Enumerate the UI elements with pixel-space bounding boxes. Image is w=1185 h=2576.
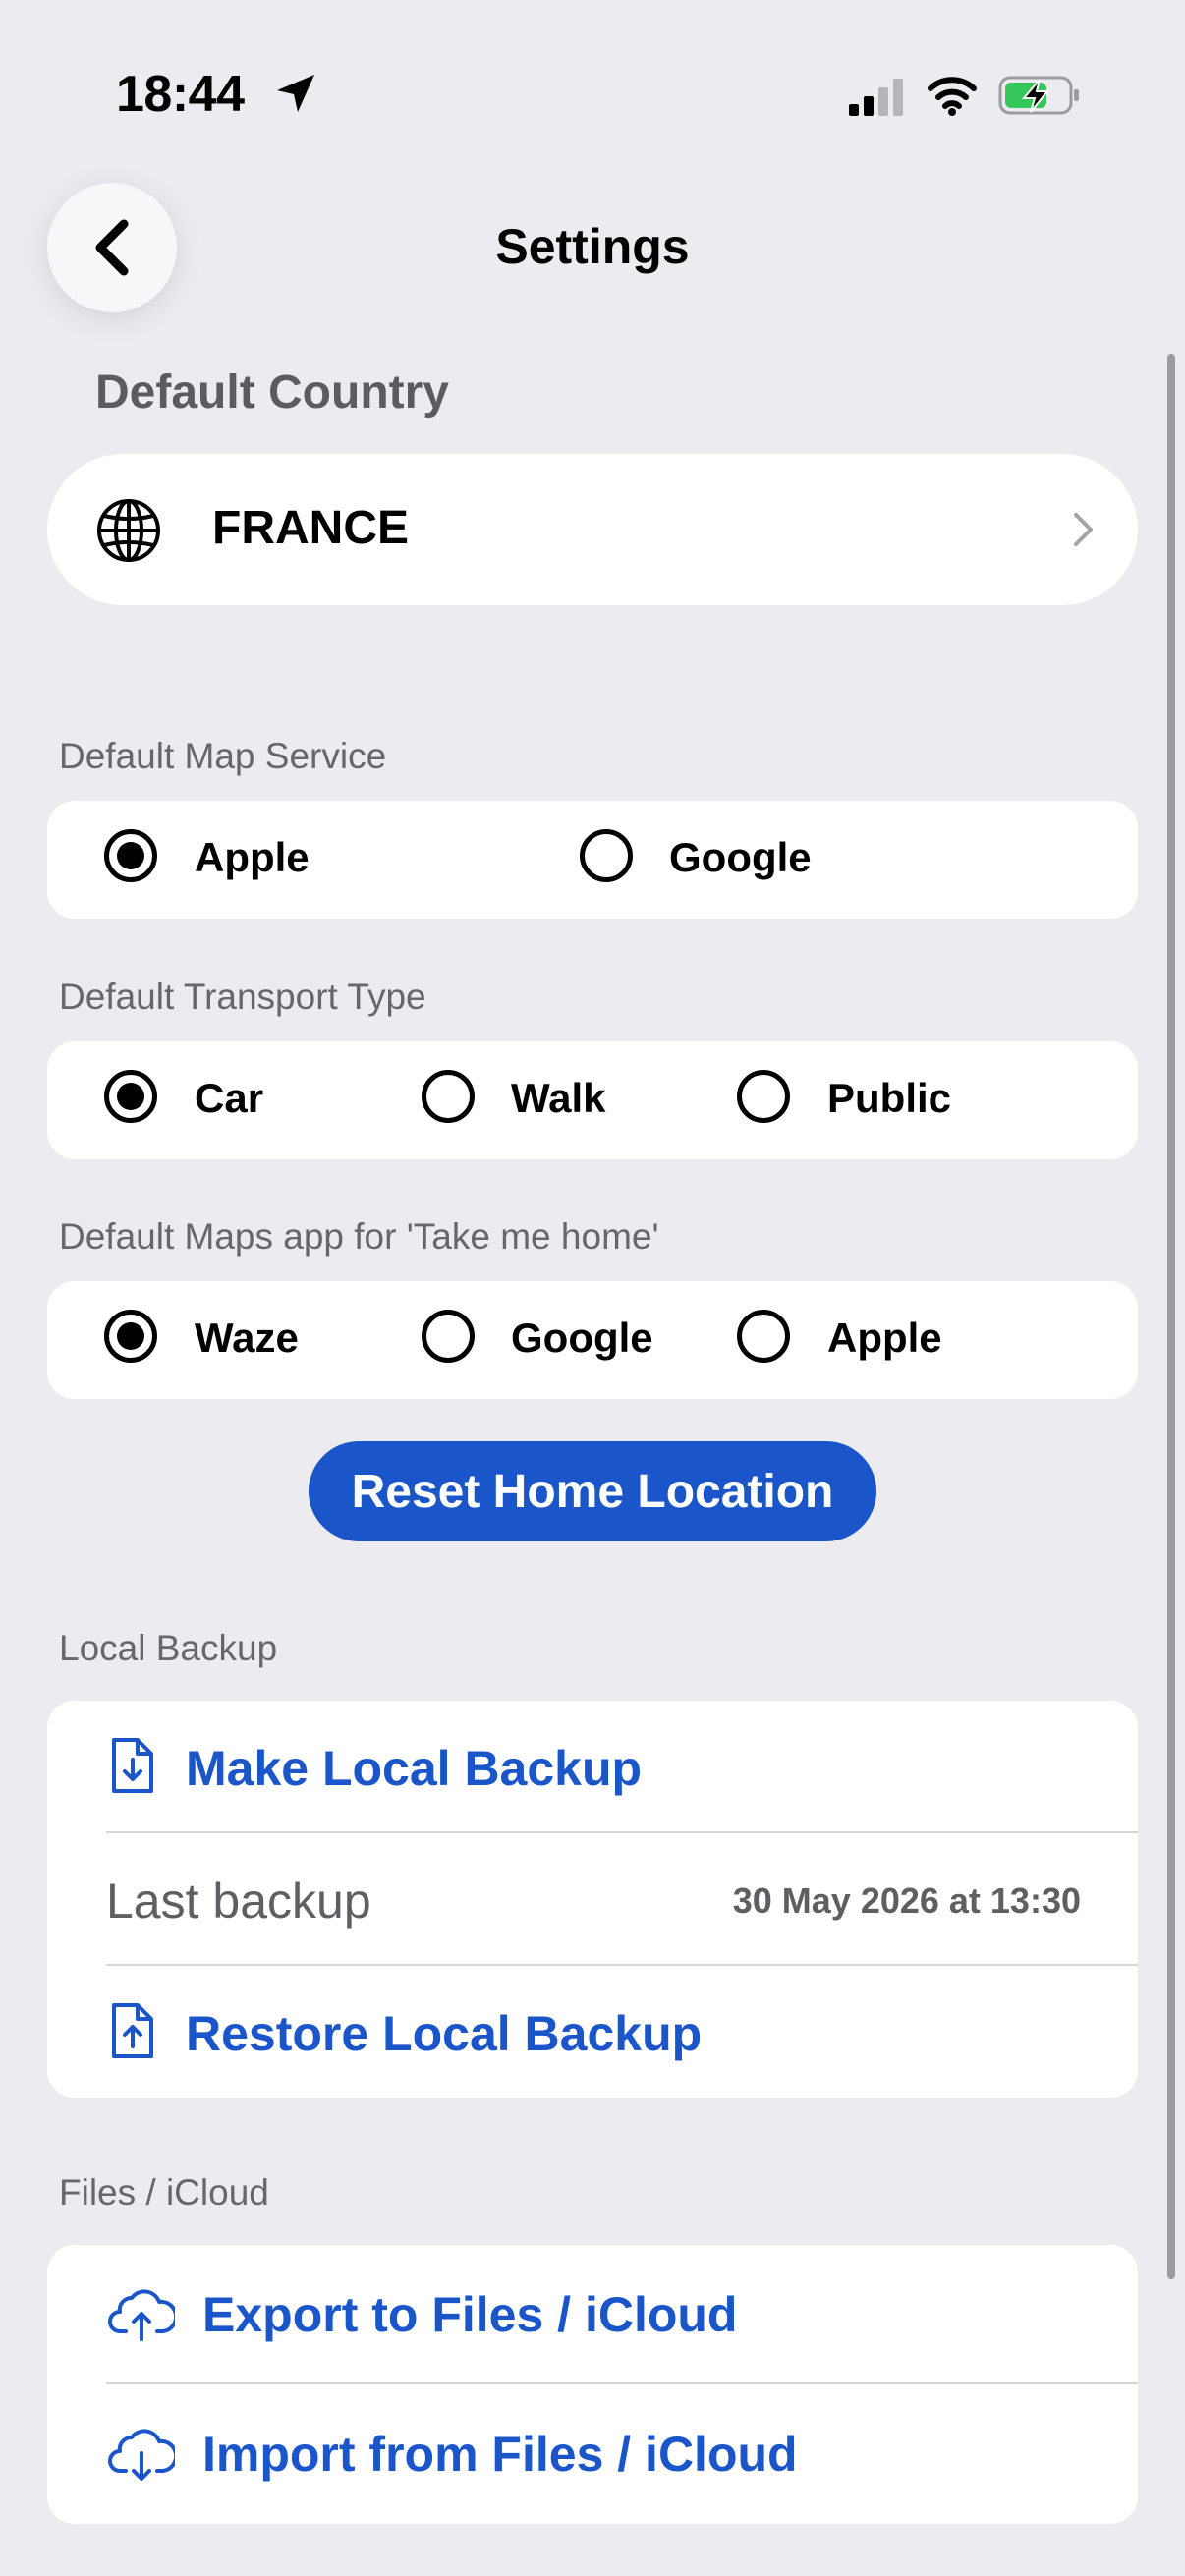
icloud-card: Export to Files / iCloud Import from Fil… (47, 2245, 1138, 2524)
home-app-label: Default Maps app for 'Take me home' (59, 1216, 659, 1257)
map-service-label: Default Map Service (59, 736, 387, 776)
battery-charging-icon (998, 76, 1079, 115)
transport-type-label: Default Transport Type (59, 977, 426, 1017)
option-label[interactable]: Walk (511, 1075, 605, 1122)
radio-home-apple[interactable] (737, 1310, 790, 1363)
document-upload-icon (112, 2003, 153, 2058)
option-label[interactable]: Apple (827, 1315, 942, 1362)
import-icloud-label[interactable]: Import from Files / iCloud (202, 2426, 798, 2483)
cloud-upload-icon (108, 2289, 175, 2341)
option-label[interactable]: Waze (195, 1315, 299, 1362)
default-country-title: Default Country (95, 366, 449, 419)
map-service-options: Apple Google (47, 801, 1138, 919)
status-time: 18:44 (116, 66, 245, 123)
icloud-label: Files / iCloud (59, 2172, 269, 2212)
globe-icon (97, 499, 160, 562)
option-label[interactable]: Car (195, 1075, 263, 1122)
transport-type-options: Car Walk Public (47, 1041, 1138, 1159)
radio-home-google[interactable] (422, 1310, 475, 1363)
last-backup-row: Last backup 30 May 2026 at 13:30 (47, 1833, 1138, 1965)
last-backup-label: Last backup (106, 1874, 371, 1929)
wifi-icon (928, 77, 977, 116)
radio-home-waze[interactable] (104, 1310, 157, 1363)
export-icloud-label[interactable]: Export to Files / iCloud (202, 2286, 737, 2343)
document-download-icon (112, 1738, 153, 1793)
scrollbar[interactable] (1167, 354, 1175, 2279)
country-value: FRANCE (212, 502, 409, 554)
make-local-backup-row[interactable]: Make Local Backup (47, 1701, 1138, 1832)
last-backup-date: 30 May 2026 at 13:30 (732, 1880, 1081, 1921)
option-label[interactable]: Google (511, 1315, 653, 1362)
make-local-backup-label[interactable]: Make Local Backup (186, 1740, 642, 1797)
option-label[interactable]: Google (669, 834, 812, 881)
import-icloud-row[interactable]: Import from Files / iCloud (47, 2384, 1138, 2524)
export-icloud-row[interactable]: Export to Files / iCloud (47, 2245, 1138, 2383)
radio-transport-walk[interactable] (422, 1070, 475, 1123)
restore-local-backup-row[interactable]: Restore Local Backup (47, 1966, 1138, 2098)
reset-home-location-button[interactable]: Reset Home Location (309, 1441, 876, 1541)
location-arrow-icon (277, 75, 314, 112)
home-app-options: Waze Google Apple (47, 1281, 1138, 1399)
cellular-signal-icon (849, 79, 903, 116)
cloud-download-icon (108, 2429, 175, 2481)
option-label[interactable]: Apple (195, 834, 310, 881)
local-backup-card: Make Local Backup Last backup 30 May 202… (47, 1701, 1138, 2098)
radio-map-apple[interactable] (104, 829, 157, 882)
radio-map-google[interactable] (580, 829, 633, 882)
radio-transport-car[interactable] (104, 1070, 157, 1123)
chevron-right-icon (1074, 513, 1093, 546)
radio-transport-public[interactable] (737, 1070, 790, 1123)
restore-local-backup-label[interactable]: Restore Local Backup (186, 2005, 702, 2062)
local-backup-label: Local Backup (59, 1628, 278, 1668)
page-title: Settings (495, 219, 690, 274)
country-selector[interactable]: FRANCE (47, 454, 1138, 605)
option-label[interactable]: Public (827, 1075, 951, 1122)
